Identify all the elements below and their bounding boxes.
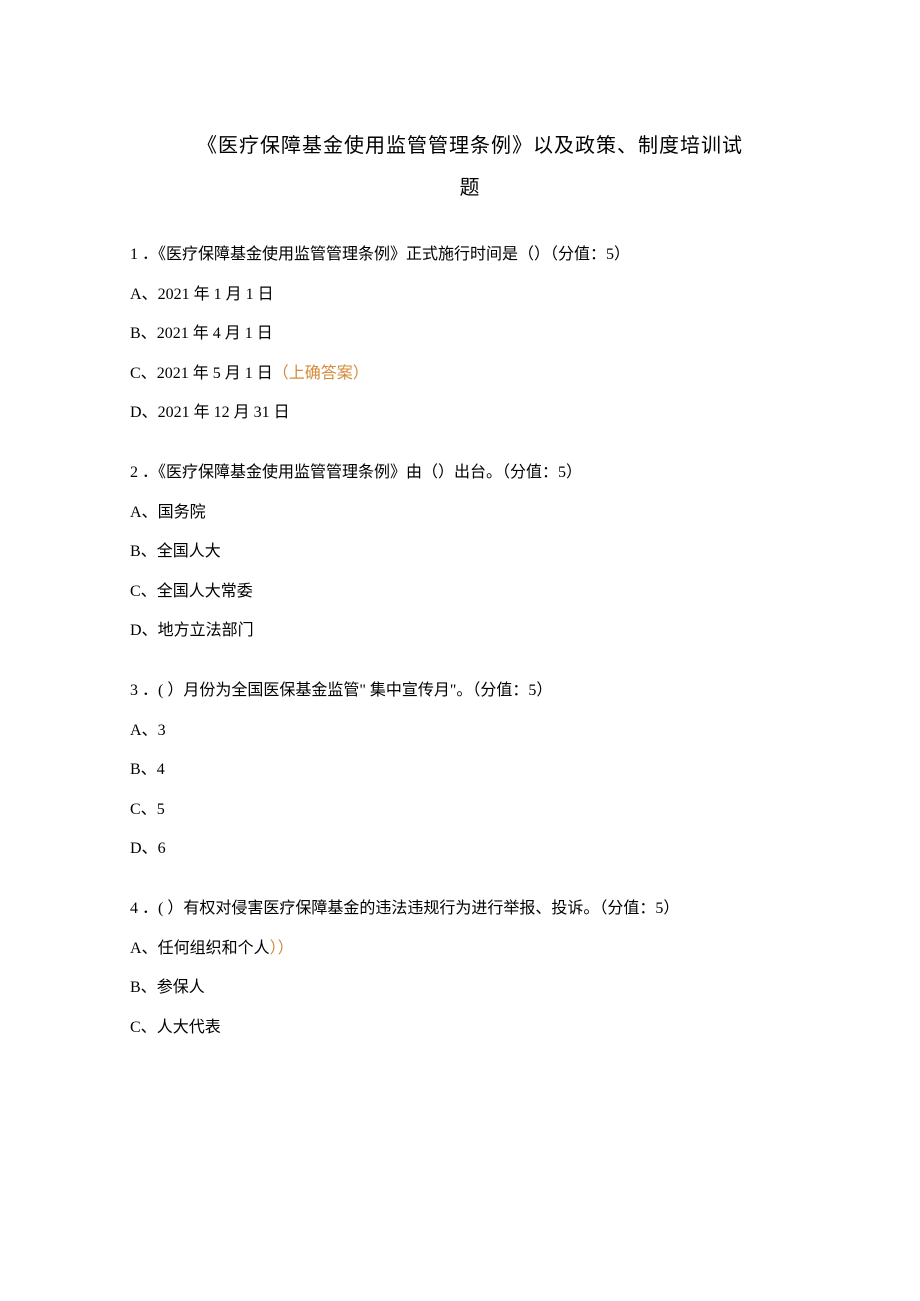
option-text: 全国人大	[157, 543, 221, 560]
question-stem: 1 ．《医疗保障基金使用监管管理条例》正式施行时间是（）（分值：5）	[130, 242, 810, 268]
option-b: B、4	[130, 757, 810, 783]
option-a: A、国务院	[130, 500, 810, 526]
option-c: C、全国人大常委	[130, 579, 810, 605]
option-c: C、2021 年 5 月 1 日（上确答案）	[130, 361, 810, 387]
option-text: 2021 年 1 月 1 日	[158, 286, 274, 303]
question-stem: 3 ．( ）月份为全国医保基金监管" 集中宣传月"。（分值：5）	[130, 678, 810, 704]
option-text: 2021 年 5 月 1 日	[157, 365, 273, 382]
option-text: 2021 年 12 月 31 日	[158, 404, 290, 421]
option-text: 国务院	[158, 504, 206, 521]
option-a: A、3	[130, 718, 810, 744]
option-d: D、2021 年 12 月 31 日	[130, 400, 810, 426]
option-label: C、	[130, 801, 157, 818]
option-b: B、参保人	[130, 975, 810, 1001]
option-label: A、	[130, 722, 158, 739]
answer-hint: ））	[270, 940, 294, 957]
option-label: B、	[130, 979, 157, 996]
option-a: A、2021 年 1 月 1 日	[130, 282, 810, 308]
option-label: B、	[130, 325, 157, 342]
option-label: D、	[130, 404, 158, 421]
option-text: 4	[157, 761, 165, 778]
option-text: 5	[157, 801, 165, 818]
option-label: B、	[130, 543, 157, 560]
option-label: D、	[130, 840, 158, 857]
page-title-line1: 《医疗保障基金使用监管管理条例》以及政策、制度培训试	[130, 130, 810, 162]
option-text: 参保人	[157, 979, 205, 996]
question-block: 3 ．( ）月份为全国医保基金监管" 集中宣传月"。（分值：5） A、3 B、4…	[130, 678, 810, 862]
question-stem: 2 ．《医疗保障基金使用监管管理条例》由（）出台。（分值：5）	[130, 460, 810, 486]
question-stem: 4 ．( ）有权对侵害医疗保障基金的违法违规行为进行举报、投诉。（分值：5）	[130, 896, 810, 922]
option-label: C、	[130, 365, 157, 382]
option-text: 2021 年 4 月 1 日	[157, 325, 273, 342]
question-block: 1 ．《医疗保障基金使用监管管理条例》正式施行时间是（）（分值：5） A、202…	[130, 242, 810, 426]
option-text: 全国人大常委	[157, 583, 253, 600]
option-label: C、	[130, 1019, 157, 1036]
question-block: 4 ．( ）有权对侵害医疗保障基金的违法违规行为进行举报、投诉。（分值：5） A…	[130, 896, 810, 1040]
document-page: 《医疗保障基金使用监管管理条例》以及政策、制度培训试 题 1 ．《医疗保障基金使…	[0, 0, 920, 1134]
option-label: A、	[130, 504, 158, 521]
option-b: B、2021 年 4 月 1 日	[130, 321, 810, 347]
option-c: C、人大代表	[130, 1015, 810, 1041]
option-label: C、	[130, 583, 157, 600]
option-text: 任何组织和个人	[158, 940, 270, 957]
option-label: B、	[130, 761, 157, 778]
question-block: 2 ．《医疗保障基金使用监管管理条例》由（）出台。（分值：5） A、国务院 B、…	[130, 460, 810, 644]
option-text: 人大代表	[157, 1019, 221, 1036]
answer-hint: （上确答案）	[273, 365, 369, 382]
option-text: 6	[158, 840, 166, 857]
option-text: 地方立法部门	[158, 622, 254, 639]
option-label: A、	[130, 286, 158, 303]
option-b: B、全国人大	[130, 539, 810, 565]
option-a: A、任何组织和个人））	[130, 936, 810, 962]
option-d: D、6	[130, 836, 810, 862]
page-title-line2: 题	[130, 172, 810, 204]
option-label: A、	[130, 940, 158, 957]
option-label: D、	[130, 622, 158, 639]
option-text: 3	[158, 722, 166, 739]
option-d: D、地方立法部门	[130, 618, 810, 644]
option-c: C、5	[130, 797, 810, 823]
